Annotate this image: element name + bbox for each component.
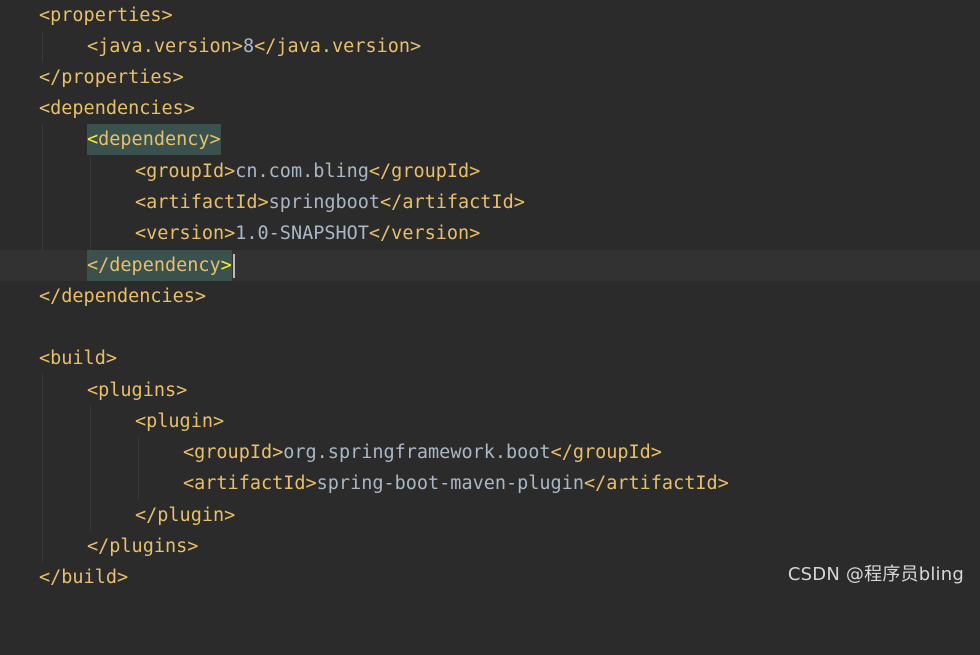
xml-text: cn.com.bling — [235, 161, 369, 182]
matched-tag-highlight: <dependency> — [87, 124, 221, 155]
xml-tag: </dependency — [87, 255, 221, 276]
xml-tag: <groupId> — [183, 442, 284, 463]
xml-tag: </groupId> — [368, 161, 481, 182]
code-line: <properties> — [0, 0, 980, 31]
xml-tag: </plugin> — [135, 505, 236, 526]
code-line: <java.version>8</java.version> — [0, 31, 980, 62]
code-line: <dependencies> — [0, 93, 980, 124]
code-line: <build> — [0, 343, 980, 374]
xml-tag: </groupId> — [550, 442, 662, 463]
xml-tag: <artifactId> — [183, 473, 317, 494]
xml-tag: <properties> — [39, 5, 173, 26]
code-line: </dependencies> — [0, 281, 980, 312]
bracket-match: > — [220, 255, 232, 276]
xml-tag: <artifactId> — [135, 192, 269, 213]
xml-tag: </plugins> — [87, 536, 199, 557]
code-line: </plugin> — [0, 500, 980, 531]
xml-tag: </dependencies> — [39, 286, 207, 307]
xml-tag: </version> — [368, 223, 481, 244]
xml-tag: <groupId> — [135, 161, 236, 182]
text-caret — [232, 254, 235, 278]
xml-text: spring-boot-maven-plugin — [316, 473, 584, 494]
xml-text: 8 — [242, 36, 255, 57]
current-code-line: </dependency> — [0, 250, 980, 281]
xml-tag: <java.version> — [87, 36, 243, 57]
csdn-watermark: CSDN @程序员bling — [787, 564, 964, 585]
xml-text: org.springframework.boot — [283, 442, 551, 463]
xml-tag: <plugin> — [135, 411, 225, 432]
xml-tag: <dependencies> — [39, 98, 195, 119]
xml-tag: <build> — [39, 348, 117, 369]
xml-text: 1.0-SNAPSHOT — [235, 223, 369, 244]
code-line: <plugins> — [0, 375, 980, 406]
code-line: </properties> — [0, 62, 980, 93]
code-line: <groupId>cn.com.bling</groupId> — [0, 156, 980, 187]
code-line: <artifactId>springboot</artifactId> — [0, 187, 980, 218]
code-line: </plugins> — [0, 531, 980, 562]
xml-tag: </java.version> — [254, 36, 422, 57]
xml-tag: </artifactId> — [583, 473, 729, 494]
bracket-match: < — [87, 129, 99, 150]
code-line: <artifactId>spring-boot-maven-plugin</ar… — [0, 468, 980, 499]
code-line: <dependency> — [0, 124, 980, 155]
xml-tag: dependency> — [98, 129, 221, 150]
xml-tag: </properties> — [39, 67, 184, 88]
code-line: <version>1.0-SNAPSHOT</version> — [0, 218, 980, 249]
code-line: <groupId>org.springframework.boot</group… — [0, 437, 980, 468]
xml-tag: <plugins> — [87, 380, 188, 401]
xml-tag: </artifactId> — [380, 192, 525, 213]
code-line: <plugin> — [0, 406, 980, 437]
xml-tag: <version> — [135, 223, 236, 244]
xml-text: springboot — [268, 192, 381, 213]
matched-tag-highlight: </dependency> — [87, 250, 232, 281]
xml-tag: </build> — [39, 567, 129, 588]
code-editor[interactable]: <properties> <java.version>8</java.versi… — [0, 0, 980, 594]
